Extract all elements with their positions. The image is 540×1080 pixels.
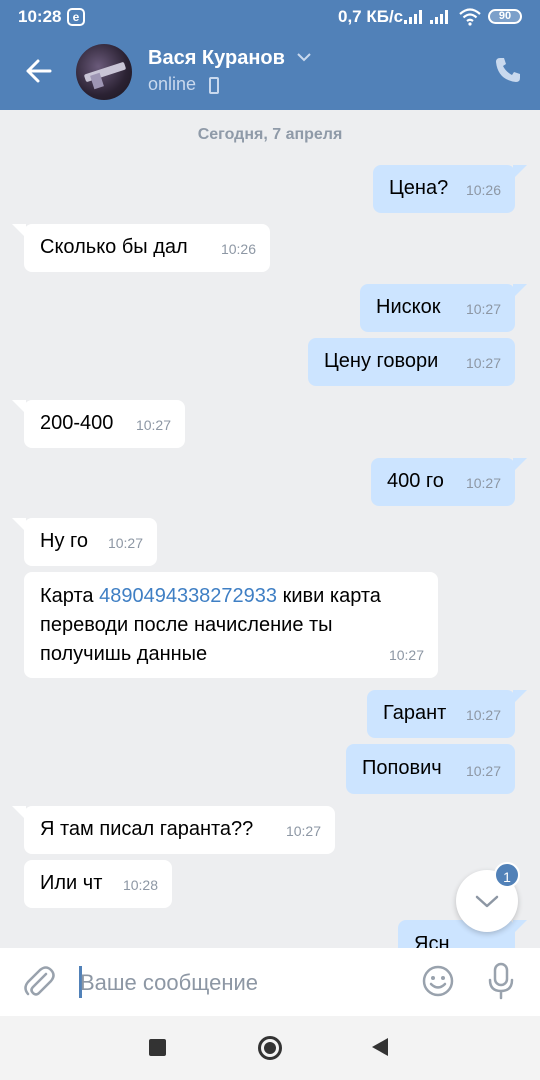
- message-outgoing[interactable]: Нискок 10:27: [360, 284, 527, 332]
- notification-icon: e: [67, 8, 85, 26]
- message-text: киви карта: [277, 585, 381, 607]
- message-incoming[interactable]: Я там писал гаранта?? 10:27: [12, 806, 335, 854]
- message-outgoing[interactable]: 400 го 10:27: [371, 458, 527, 506]
- paperclip-icon[interactable]: [22, 964, 56, 1000]
- home-button[interactable]: [258, 1036, 282, 1060]
- message-outgoing[interactable]: Цену говори 10:27: [308, 338, 515, 386]
- message-outgoing[interactable]: Гарант 10:27: [367, 690, 527, 738]
- message-text: Цену говори: [324, 350, 439, 372]
- message-text-line: Карта 4890494338272933 киви карта: [40, 582, 438, 611]
- smile-icon[interactable]: [422, 965, 454, 997]
- phone-icon[interactable]: [494, 56, 522, 84]
- message-time: 10:27: [465, 475, 501, 491]
- chat-header: Вася Куранов online: [0, 34, 540, 110]
- message-text: Или чт: [40, 872, 103, 894]
- message-incoming[interactable]: Или чт 10:28: [24, 860, 172, 908]
- message-outgoing[interactable]: Цена? 10:26: [373, 165, 527, 213]
- message-text: Гарант: [383, 702, 447, 724]
- message-composer: [0, 948, 540, 1016]
- battery-icon: 90: [488, 9, 522, 24]
- message-incoming[interactable]: Карта 4890494338272933 киви карта перево…: [24, 572, 438, 678]
- message-text: 200-400: [40, 412, 114, 434]
- app-header-bar: 10:28 e 0,7 КБ/с 90 Вася Куранов online: [0, 0, 540, 110]
- back-button[interactable]: [22, 54, 56, 88]
- card-number-link[interactable]: 4890494338272933: [99, 585, 277, 607]
- message-incoming[interactable]: Сколько бы дал 10:26: [12, 224, 270, 272]
- date-separator: Сегодня, 7 апреля: [197, 126, 343, 143]
- avatar[interactable]: [76, 44, 132, 100]
- message-text: Карта: [40, 585, 100, 607]
- message-text: Попович: [362, 757, 442, 779]
- message-time: 10:27: [465, 707, 501, 723]
- message-incoming[interactable]: 200-400 10:27: [12, 400, 185, 448]
- status-bar: 10:28 e 0,7 КБ/с 90: [0, 0, 540, 34]
- message-input[interactable]: [80, 968, 400, 998]
- signal-icon-2: [430, 10, 452, 24]
- message-text: Сколько бы дал: [40, 236, 188, 258]
- message-incoming[interactable]: Ну го 10:27: [12, 518, 157, 566]
- recent-apps-button[interactable]: [149, 1039, 166, 1056]
- microphone-icon[interactable]: [486, 962, 516, 1000]
- status-time: 10:28: [18, 7, 62, 26]
- message-text: Ну го: [40, 530, 88, 552]
- message-text: Нискок: [376, 296, 441, 318]
- message-time: 10:27: [107, 535, 143, 551]
- system-navigation-bar: [0, 1016, 540, 1080]
- message-time: 10:26: [220, 241, 256, 257]
- message-text-line: переводи после начисление ты: [40, 614, 333, 636]
- network-speed: 0,7 КБ/с: [338, 7, 404, 26]
- system-back-button[interactable]: [372, 1038, 388, 1056]
- mobile-device-icon: [209, 77, 219, 94]
- message-time: 10:27: [465, 763, 501, 779]
- message-text: Я там писал гаранта??: [40, 818, 254, 840]
- message-time: 10:27: [465, 355, 501, 371]
- unread-count-badge: 1: [494, 862, 520, 888]
- contact-name[interactable]: Вася Куранов: [148, 47, 285, 70]
- message-time: 10:26: [465, 182, 501, 198]
- message-text: Цена?: [389, 177, 449, 199]
- chevron-down-icon[interactable]: [296, 50, 312, 64]
- signal-icon: [404, 10, 426, 24]
- message-outgoing[interactable]: Попович 10:27: [346, 744, 515, 794]
- message-time: 10:27: [135, 417, 171, 433]
- message-time: 10:28: [122, 877, 158, 893]
- message-text-line: получишь данные: [40, 643, 208, 665]
- message-time: 10:27: [465, 301, 501, 317]
- contact-status: online: [148, 74, 197, 94]
- message-text: 400 го: [387, 470, 444, 492]
- message-time: 10:27: [388, 647, 424, 663]
- avatar-image: [83, 61, 127, 83]
- message-time: 10:27: [285, 823, 321, 839]
- wifi-icon: [459, 8, 481, 26]
- message-text: Ясн: [414, 933, 450, 948]
- message-list[interactable]: Сегодня, 7 апреля Цена? 10:26 Сколько бы…: [0, 110, 540, 948]
